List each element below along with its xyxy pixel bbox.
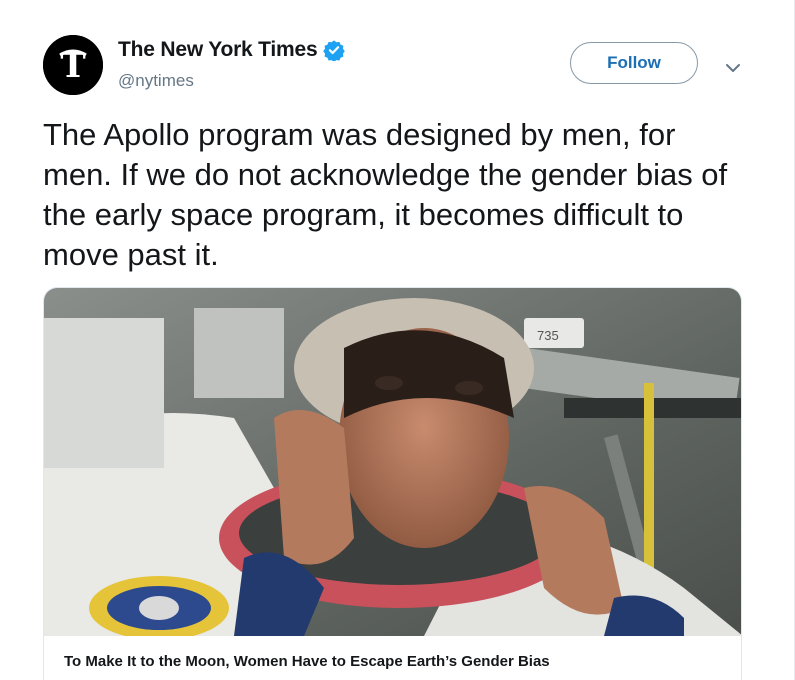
- verified-badge-icon: [323, 40, 346, 61]
- chevron-down-icon[interactable]: [723, 58, 743, 78]
- user-name-row: The New York Times: [118, 38, 346, 62]
- astronaut-photo: 735: [44, 288, 741, 636]
- link-card[interactable]: 735 To Make It to the Moon, Women Have t…: [43, 287, 742, 680]
- photo-label: 735: [537, 328, 559, 343]
- user-handle[interactable]: @nytimes: [118, 71, 194, 91]
- tweet: T The New York Times @nytimes Follow The…: [0, 0, 795, 680]
- display-name[interactable]: The New York Times: [118, 38, 318, 62]
- nyt-logo-icon: T: [43, 35, 103, 95]
- tweet-text: The Apollo program was designed by men, …: [43, 117, 728, 272]
- follow-button[interactable]: Follow: [570, 42, 698, 84]
- avatar[interactable]: T: [43, 35, 103, 95]
- card-title[interactable]: To Make It to the Moon, Women Have to Es…: [64, 653, 724, 670]
